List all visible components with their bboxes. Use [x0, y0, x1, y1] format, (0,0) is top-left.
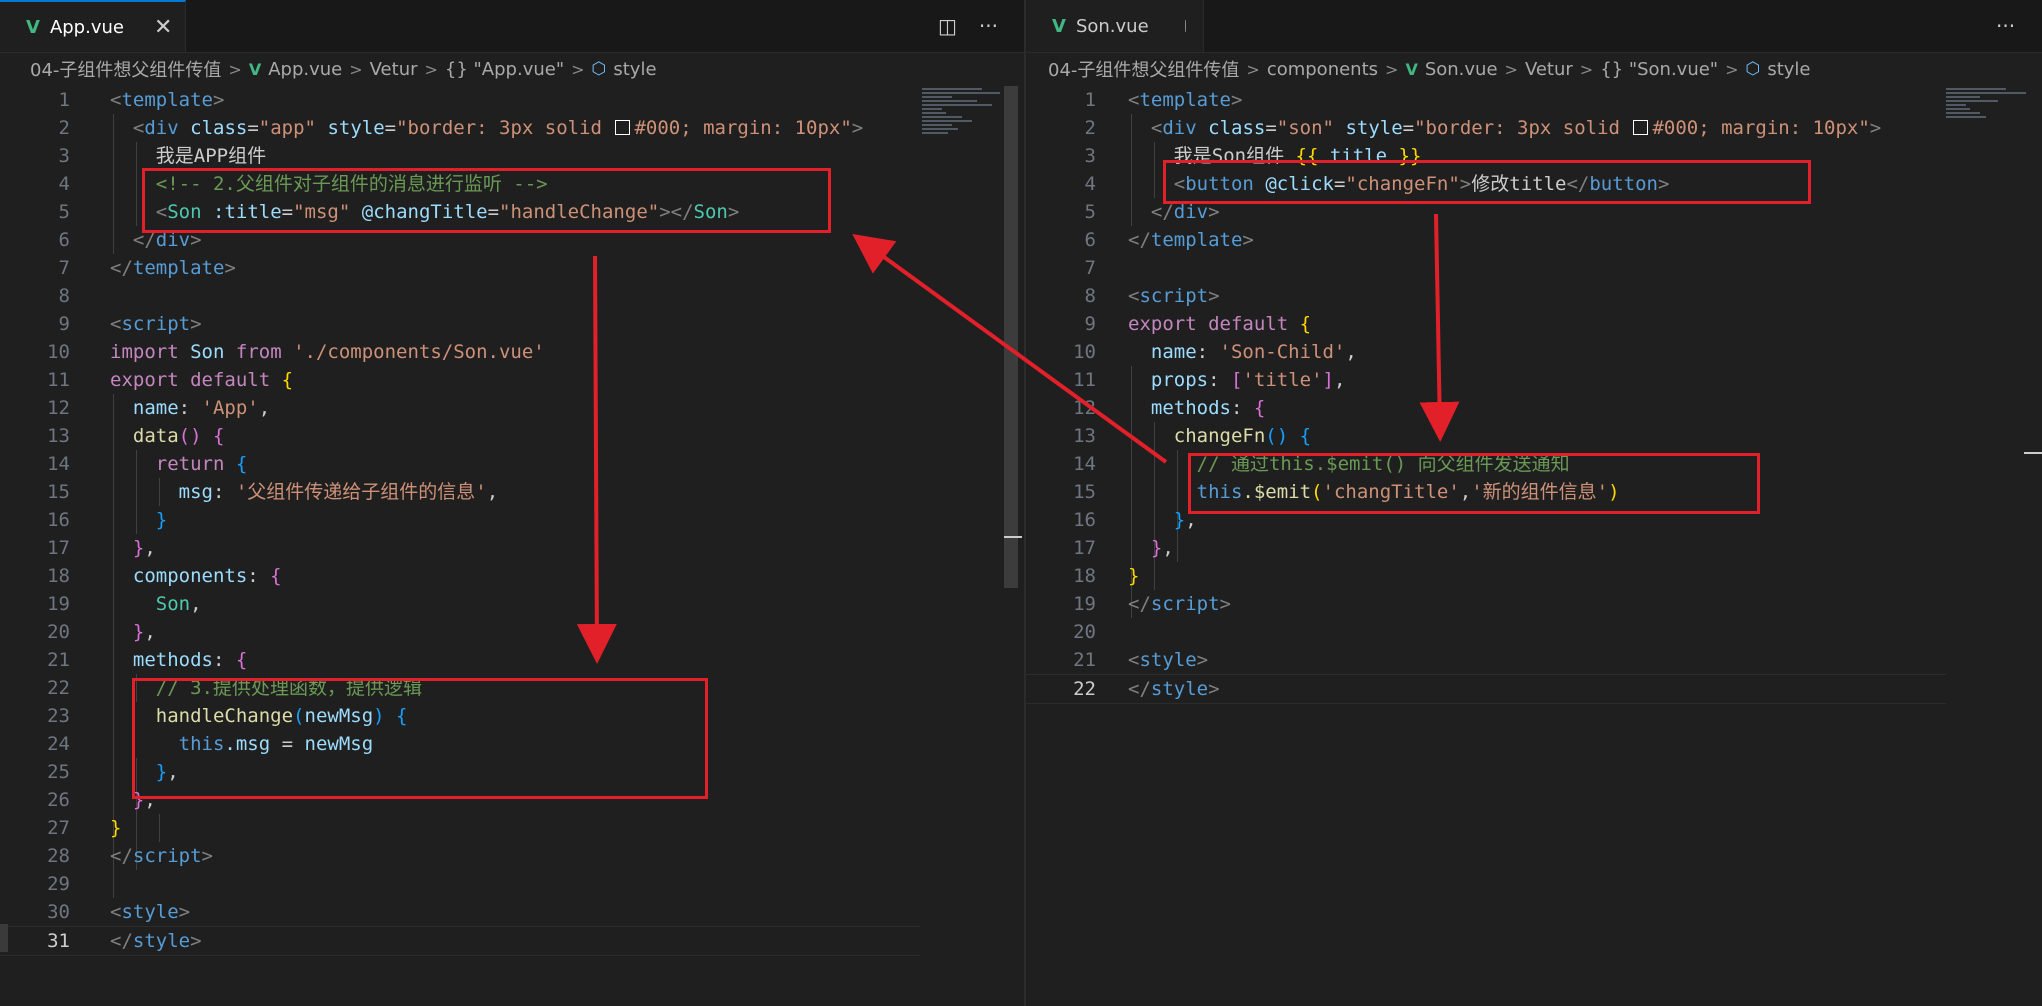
breadcrumb-module[interactable]: {} "Son.vue" — [1600, 59, 1718, 80]
more-actions-icon[interactable]: ··· — [979, 14, 998, 38]
tab-label: App.vue — [49, 16, 124, 38]
code-line: 12 methods: { — [1073, 397, 1266, 419]
breadcrumb: 04-子组件想父组件传值 > components > V Son.vue > … — [1026, 53, 2042, 85]
breadcrumb-style[interactable]: style — [1767, 59, 1810, 80]
code-line: 20 — [1073, 621, 1096, 643]
scrollbar-cursor-marker — [2024, 452, 2042, 454]
code-line: 30 <style> — [47, 901, 191, 923]
breadcrumb-folder[interactable]: 04-子组件想父组件传值 — [1048, 56, 1239, 82]
code-line: 21 methods: { — [47, 649, 248, 671]
highlight-box-handler — [132, 678, 708, 799]
code-line: 1 <template> — [1084, 89, 1243, 111]
breadcrumb-style[interactable]: style — [613, 59, 656, 80]
code-line-current: 22 </style> — [1026, 674, 1946, 704]
code-line: 2 <div class="app" style="border: 3px so… — [58, 117, 864, 139]
code-line: 2 <div class="son" style="border: 3px so… — [1084, 117, 1882, 139]
left-tab-bar: V App.vue ✕ ◫ ··· — [0, 0, 1024, 53]
chevron-right-icon: > — [1385, 59, 1399, 79]
chevron-right-icon: > — [1725, 59, 1739, 79]
breadcrumb: 04-子组件想父组件传值 > V App.vue > Vetur > {} "A… — [0, 53, 1024, 85]
code-line: 17 }, — [47, 537, 156, 559]
vue-file-icon: V — [1405, 59, 1418, 79]
code-line: 27} — [47, 817, 122, 839]
breadcrumb-file[interactable]: Son.vue — [1425, 59, 1498, 80]
color-swatch[interactable] — [615, 120, 631, 135]
highlight-box-listener — [142, 168, 831, 233]
code-line: 21 <style> — [1073, 649, 1209, 671]
code-line: 7 — [1084, 257, 1096, 279]
tab-label: Son.vue — [1075, 15, 1149, 37]
breadcrumb-vetur[interactable]: Vetur — [1525, 59, 1573, 80]
highlight-box-button — [1163, 160, 1811, 204]
more-actions-icon[interactable]: ··· — [1996, 14, 2015, 38]
code-line: 15 msg: '父组件传递给子组件的信息', — [47, 481, 499, 503]
code-line: 6 </template> — [1084, 229, 1254, 251]
code-line: 7 </template> — [58, 257, 236, 279]
tab-son-vue[interactable]: V Son.vue — [1026, 0, 1204, 52]
highlight-box-emit — [1188, 453, 1760, 514]
chevron-right-icon: > — [1246, 59, 1260, 79]
color-swatch[interactable] — [1633, 120, 1649, 135]
code-line: 18} — [1073, 565, 1140, 587]
vue-file-icon: V — [248, 59, 262, 79]
code-line: 28 </script> — [47, 845, 213, 867]
chevron-right-icon: > — [228, 59, 242, 79]
vertical-scrollbar[interactable] — [1004, 86, 1018, 588]
code-line: 20 }, — [47, 621, 156, 643]
code-line: 1 <template> — [58, 89, 225, 111]
code-line: 12 name: 'App', — [47, 397, 271, 419]
tab-app-vue[interactable]: V App.vue ✕ — [0, 0, 186, 52]
breadcrumb-module[interactable]: {} "App.vue" — [445, 59, 564, 80]
vue-file-icon: V — [1052, 15, 1066, 37]
chevron-right-icon: > — [424, 59, 438, 79]
code-line: 9 export default { — [1084, 313, 1312, 335]
breadcrumb-vetur[interactable]: Vetur — [370, 59, 418, 80]
left-editor-actions: ◫ ··· — [938, 0, 998, 52]
code-line: 11 props: ['title'], — [1073, 369, 1346, 391]
code-editor[interactable]: 1 <template> 2 <div class="son" style="bo… — [1026, 86, 2042, 1006]
split-editor-icon[interactable]: ◫ — [938, 14, 957, 38]
chevron-right-icon: > — [571, 59, 585, 79]
scrollbar-cursor-marker — [1004, 536, 1022, 538]
code-line: 8 — [58, 285, 70, 307]
code-line: 3 我是APP组件 — [58, 145, 267, 167]
breadcrumb-file[interactable]: App.vue — [268, 59, 342, 80]
minimap[interactable] — [922, 86, 1006, 152]
code-line: 19 </script> — [1073, 593, 1231, 615]
right-tab-bar: V Son.vue ··· — [1026, 0, 2042, 53]
chevron-right-icon: > — [349, 59, 363, 79]
code-line: 8 <script> — [1084, 285, 1220, 307]
breadcrumb-components[interactable]: components — [1267, 59, 1378, 80]
chevron-right-icon: > — [1504, 59, 1518, 79]
code-line: 16 } — [47, 509, 168, 531]
code-line: 9 <script> — [58, 313, 202, 335]
cube-icon: ⬡ — [591, 59, 607, 79]
breadcrumb-folder[interactable]: 04-子组件想父组件传值 — [30, 56, 221, 82]
right-editor-actions: ··· — [1996, 0, 2015, 52]
code-line: 13 data() { — [47, 425, 225, 447]
code-line: 17 }, — [1073, 537, 1174, 559]
code-line-current: 31 </style> — [0, 926, 920, 956]
code-line: 10 name: 'Son-Child', — [1073, 341, 1357, 363]
code-line: 10 import Son from './components/Son.vue' — [47, 341, 545, 363]
vue-file-icon: V — [26, 16, 40, 38]
code-line: 19 Son, — [47, 593, 202, 615]
minimap[interactable] — [1946, 86, 2030, 152]
left-editor-group: V App.vue ✕ ◫ ··· 04-子组件想父组件传值 > V App.v… — [0, 0, 1024, 1006]
code-line: 29 — [47, 873, 70, 895]
gutter-marker — [0, 924, 8, 952]
code-line: 11 export default { — [47, 369, 294, 391]
code-line: 14 return { — [47, 453, 248, 475]
code-line: 18 components: { — [47, 565, 282, 587]
chevron-right-icon: > — [1579, 59, 1594, 79]
close-icon[interactable]: ✕ — [154, 15, 172, 40]
code-line: 13 changeFn() { — [1073, 425, 1312, 447]
cube-icon: ⬡ — [1745, 59, 1761, 79]
